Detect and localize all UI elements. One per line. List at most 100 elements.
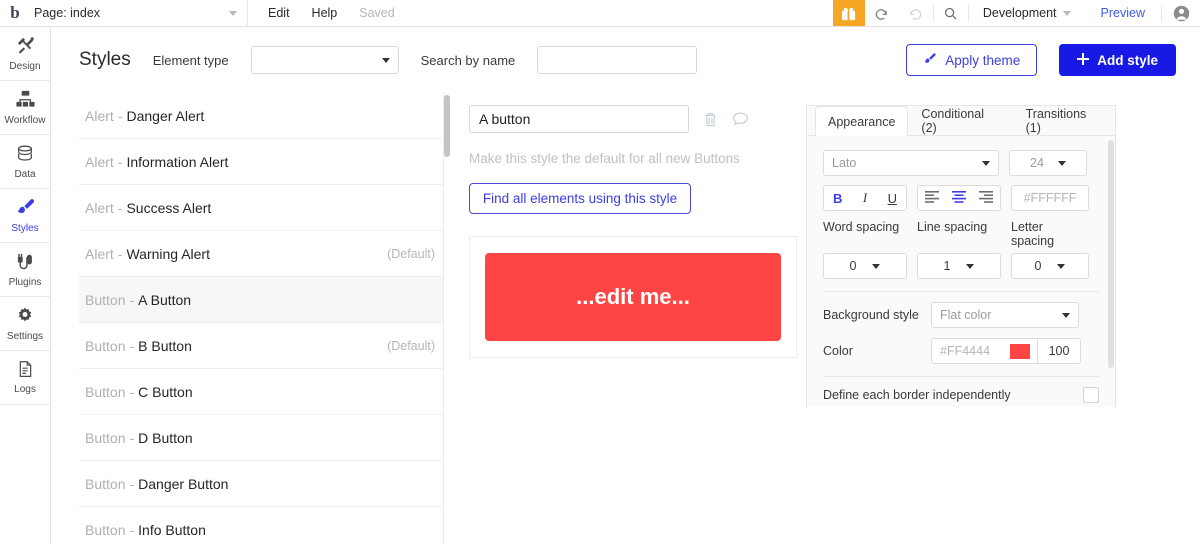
plugins-icon xyxy=(15,251,36,275)
style-list-row[interactable]: Button - C Button xyxy=(79,369,451,415)
scrollbar-thumb[interactable] xyxy=(444,95,450,157)
style-list-row[interactable]: Alert - Warning Alert (Default) xyxy=(79,231,451,277)
style-list-row[interactable]: Button - D Button xyxy=(79,415,451,461)
border-independent-checkbox[interactable] xyxy=(1083,387,1099,403)
inspector-column: Appearance Conditional (2) Transitions (… xyxy=(806,93,1200,544)
style-name-input[interactable] xyxy=(469,105,689,133)
style-row-separator: - xyxy=(129,475,135,492)
add-style-button[interactable]: Add style xyxy=(1059,44,1176,76)
color-swatch[interactable] xyxy=(1010,343,1030,359)
design-icon xyxy=(15,35,36,59)
tab-transitions[interactable]: Transitions (1) xyxy=(1013,106,1115,135)
data-icon xyxy=(15,144,35,167)
italic-button[interactable]: I xyxy=(852,190,878,206)
style-list-row[interactable]: Button - A Button xyxy=(79,277,451,323)
letter-spacing-label: Letter spacing xyxy=(1011,220,1055,248)
sidebar-item-data[interactable]: Data xyxy=(0,135,50,189)
scrollbar-thumb[interactable] xyxy=(1108,140,1114,368)
search-by-name-label: Search by name xyxy=(420,52,516,68)
element-type-label: Element type xyxy=(152,52,229,68)
appearance-panel: Appearance Conditional (2) Transitions (… xyxy=(806,105,1116,407)
style-row-name: Warning Alert xyxy=(126,245,210,262)
style-row-separator: - xyxy=(129,429,135,446)
app-logo[interactable]: b xyxy=(0,0,30,26)
preview-link[interactable]: Preview xyxy=(1085,0,1161,26)
style-list-row[interactable]: Alert - Information Alert xyxy=(79,139,451,185)
menu-edit[interactable]: Edit xyxy=(268,6,290,20)
search-icon[interactable] xyxy=(934,0,968,26)
align-right-icon[interactable] xyxy=(973,190,999,206)
sidebar-item-design[interactable]: Design xyxy=(0,27,50,81)
comment-icon[interactable] xyxy=(732,111,749,127)
menu-help[interactable]: Help xyxy=(312,6,338,20)
font-color-field[interactable]: #FFFFFF xyxy=(1011,185,1089,211)
font-size-select[interactable]: 24 xyxy=(1009,150,1087,176)
sidebar-item-logs[interactable]: Logs xyxy=(0,351,50,405)
chevron-down-icon xyxy=(982,160,990,166)
style-row-separator: - xyxy=(129,383,135,400)
logs-icon xyxy=(16,360,35,382)
style-list-row[interactable]: Alert - Success Alert xyxy=(79,185,451,231)
page-header: Styles Element type Search by name Apply… xyxy=(51,27,1200,93)
user-avatar-icon[interactable] xyxy=(1162,0,1200,26)
apply-theme-label: Apply theme xyxy=(945,52,1021,68)
settings-gear-icon xyxy=(15,306,35,329)
styles-brush-icon xyxy=(15,197,36,221)
underline-button[interactable]: U xyxy=(879,191,905,206)
style-row-default-badge: (Default) xyxy=(387,246,435,261)
align-center-icon[interactable] xyxy=(946,190,972,206)
chevron-down-icon xyxy=(1062,10,1071,16)
trash-icon[interactable] xyxy=(703,111,718,128)
sidebar-label-workflow: Workflow xyxy=(4,115,46,126)
redo-button[interactable] xyxy=(899,0,933,26)
bold-button[interactable]: B xyxy=(825,191,851,206)
main-area: Styles Element type Search by name Apply… xyxy=(51,27,1200,544)
left-rail: Design Workflow Data Styles Plugins Sett… xyxy=(0,27,51,544)
page-selector[interactable]: Page: index xyxy=(30,0,248,26)
sidebar-item-plugins[interactable]: Plugins xyxy=(0,243,50,297)
undo-button[interactable] xyxy=(865,0,899,26)
tab-appearance[interactable]: Appearance xyxy=(815,106,909,137)
font-row: Lato 24 xyxy=(823,150,1099,176)
search-input[interactable] xyxy=(537,46,698,74)
style-list-row[interactable]: Button - B Button (Default) xyxy=(79,323,451,369)
letter-spacing-select[interactable]: 0 xyxy=(1011,253,1089,279)
element-type-select[interactable] xyxy=(250,46,399,74)
chevron-down-icon xyxy=(381,57,390,63)
apply-theme-button[interactable]: Apply theme xyxy=(906,44,1038,76)
tab-conditional[interactable]: Conditional (2) xyxy=(908,106,1012,135)
color-hex-field[interactable]: #FF4444 xyxy=(932,339,1010,363)
sidebar-item-styles[interactable]: Styles xyxy=(0,189,50,243)
appearance-body: Lato 24 B I U #FFFFFF Word spacing Line … xyxy=(807,136,1115,407)
style-row-name: Danger Alert xyxy=(126,107,205,124)
style-row-name: Information Alert xyxy=(126,153,229,170)
sidebar-label-design: Design xyxy=(9,61,41,72)
style-list-row[interactable]: Button - Danger Button xyxy=(79,461,451,507)
style-list-row[interactable]: Button - Info Button xyxy=(79,507,451,544)
sidebar-label-data: Data xyxy=(14,168,36,180)
background-style-select[interactable]: Flat color xyxy=(931,302,1079,328)
style-row-type: Button xyxy=(85,337,126,354)
style-row-default-badge: (Default) xyxy=(387,338,435,353)
color-opacity-field[interactable]: 100 xyxy=(1038,339,1080,363)
word-spacing-label: Word spacing xyxy=(823,220,900,234)
environment-selector[interactable]: Development xyxy=(969,0,1085,26)
style-list-scrollbar[interactable] xyxy=(444,93,451,544)
style-row-type: Button xyxy=(85,291,126,308)
find-elements-button[interactable]: Find all elements using this style xyxy=(469,183,691,214)
preview-button[interactable]: ...edit me... xyxy=(485,253,781,341)
chevron-down-icon xyxy=(1057,263,1066,269)
style-row-type: Button xyxy=(85,383,126,400)
sidebar-item-settings[interactable]: Settings xyxy=(0,297,50,351)
sidebar-item-workflow[interactable]: Workflow xyxy=(0,81,50,135)
gift-icon[interactable] xyxy=(832,0,865,26)
line-spacing-select[interactable]: 1 xyxy=(917,253,1001,279)
word-spacing-select[interactable]: 0 xyxy=(823,253,907,279)
align-left-icon[interactable] xyxy=(919,190,945,206)
spacing-labels: Word spacing Line spacing Letter spacing xyxy=(823,220,1099,248)
text-format-row: B I U #FFFFFF xyxy=(823,185,1099,211)
font-family-select[interactable]: Lato xyxy=(823,150,999,176)
style-list-row[interactable]: Alert - Danger Alert xyxy=(79,93,451,139)
line-spacing-label: Line spacing xyxy=(917,220,988,234)
chevron-down-icon xyxy=(872,263,881,269)
